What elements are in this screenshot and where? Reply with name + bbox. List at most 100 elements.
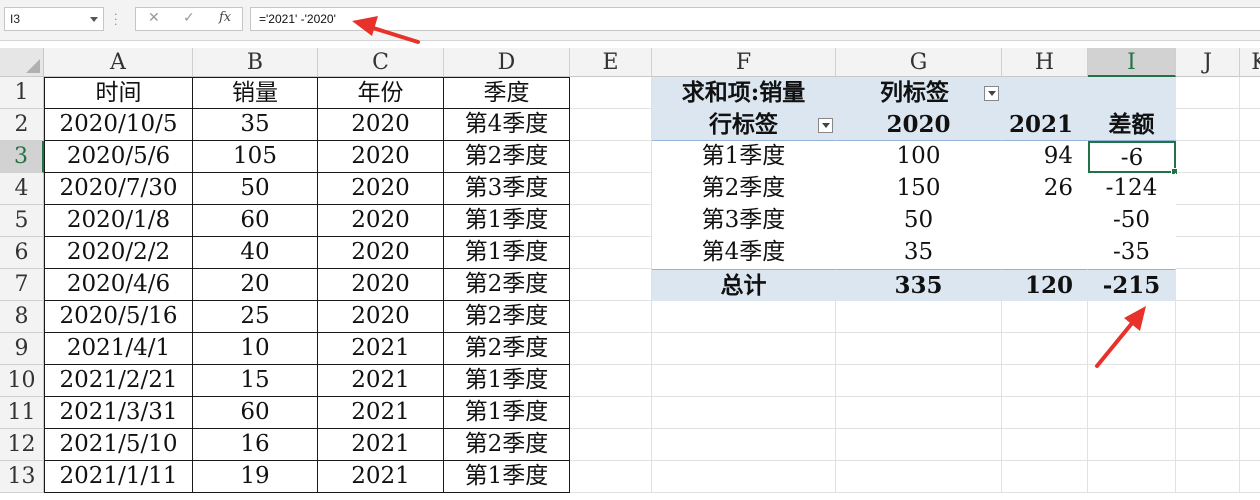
- table-cell[interactable]: 第2季度: [444, 333, 570, 365]
- cell-i9[interactable]: [1088, 333, 1176, 365]
- cell-e6[interactable]: [570, 237, 652, 269]
- table-cell[interactable]: 2020/10/5: [44, 109, 193, 141]
- pivot-value-cell[interactable]: 50: [836, 205, 1002, 237]
- cell-e7[interactable]: [570, 269, 652, 301]
- pivot-column-label[interactable]: 列标签: [836, 77, 1002, 109]
- cell-h10[interactable]: [1002, 365, 1088, 397]
- cell-f13[interactable]: [652, 461, 836, 493]
- table-cell[interactable]: 第1季度: [444, 461, 570, 493]
- table-cell[interactable]: 60: [193, 397, 318, 429]
- table-cell[interactable]: 2021/3/31: [44, 397, 193, 429]
- table-cell[interactable]: 2020: [318, 205, 444, 237]
- table-cell[interactable]: 35: [193, 109, 318, 141]
- table-cell[interactable]: 2021/4/1: [44, 333, 193, 365]
- cell-j6[interactable]: [1176, 237, 1240, 269]
- name-box[interactable]: I3: [4, 7, 104, 31]
- table-cell[interactable]: 2020/5/16: [44, 301, 193, 333]
- pivot-row-label-cell[interactable]: 第3季度: [652, 205, 836, 237]
- chevron-down-icon[interactable]: [90, 17, 98, 22]
- row-header-13[interactable]: 13: [0, 461, 44, 493]
- pivot-diff-cell[interactable]: -35: [1088, 237, 1176, 269]
- row-header-3[interactable]: 3: [0, 141, 44, 173]
- more-options-icon[interactable]: · · ·: [114, 9, 118, 30]
- column-header-f[interactable]: F: [652, 48, 836, 77]
- cell-h11[interactable]: [1002, 397, 1088, 429]
- table-cell[interactable]: 2020/1/8: [44, 205, 193, 237]
- table-cell[interactable]: 2020/4/6: [44, 269, 193, 301]
- table-cell[interactable]: 第2季度: [444, 301, 570, 333]
- pivot-row-label-cell[interactable]: 第2季度: [652, 173, 836, 205]
- cell-h12[interactable]: [1002, 429, 1088, 461]
- table-cell[interactable]: 2020: [318, 173, 444, 205]
- column-header-k[interactable]: K: [1240, 48, 1260, 77]
- pivot-value-cell[interactable]: [1002, 205, 1088, 237]
- row-header-12[interactable]: 12: [0, 429, 44, 461]
- cell-h9[interactable]: [1002, 333, 1088, 365]
- cell-j4[interactable]: [1176, 173, 1240, 205]
- table-cell[interactable]: 15: [193, 365, 318, 397]
- table-cell[interactable]: 19: [193, 461, 318, 493]
- column-header-a[interactable]: A: [44, 48, 193, 77]
- table-cell[interactable]: 16: [193, 429, 318, 461]
- table-cell[interactable]: 第1季度: [444, 237, 570, 269]
- pivot-header-blank[interactable]: [1002, 77, 1088, 109]
- cell-k1[interactable]: [1240, 77, 1260, 109]
- pivot-total-label[interactable]: 总计: [652, 269, 836, 301]
- pivot-total-diff[interactable]: -215: [1088, 269, 1176, 301]
- cell-k3[interactable]: [1240, 141, 1260, 173]
- cell-j10[interactable]: [1176, 365, 1240, 397]
- cell-e12[interactable]: [570, 429, 652, 461]
- pivot-total-2020[interactable]: 335: [836, 269, 1002, 301]
- cell-j11[interactable]: [1176, 397, 1240, 429]
- row-header-10[interactable]: 10: [0, 365, 44, 397]
- pivot-diff-cell[interactable]: -6: [1088, 141, 1178, 175]
- cell-i8[interactable]: [1088, 301, 1176, 333]
- table-cell[interactable]: 40: [193, 237, 318, 269]
- cell-k8[interactable]: [1240, 301, 1260, 333]
- cell-k10[interactable]: [1240, 365, 1260, 397]
- table-cell[interactable]: 20: [193, 269, 318, 301]
- column-header-j[interactable]: J: [1176, 48, 1240, 77]
- pivot-row-label[interactable]: 行标签: [652, 109, 836, 141]
- table-header-cell[interactable]: 年份: [318, 77, 444, 109]
- cell-f9[interactable]: [652, 333, 836, 365]
- cell-i12[interactable]: [1088, 429, 1176, 461]
- cell-g12[interactable]: [836, 429, 1002, 461]
- cell-j7[interactable]: [1176, 269, 1240, 301]
- row-header-8[interactable]: 8: [0, 301, 44, 333]
- cell-e1[interactable]: [570, 77, 652, 109]
- pivot-col-header-2020[interactable]: 2020: [836, 109, 1002, 141]
- table-header-cell[interactable]: 季度: [444, 77, 570, 109]
- cell-j3[interactable]: [1176, 141, 1240, 173]
- pivot-value-cell[interactable]: 150: [836, 173, 1002, 205]
- table-cell[interactable]: 2021/5/10: [44, 429, 193, 461]
- table-cell[interactable]: 2020/2/2: [44, 237, 193, 269]
- pivot-value-cell[interactable]: 94: [1002, 141, 1088, 173]
- formula-input[interactable]: ='2021' -'2020': [250, 7, 1260, 31]
- table-cell[interactable]: 2020: [318, 237, 444, 269]
- cell-e4[interactable]: [570, 173, 652, 205]
- cell-h13[interactable]: [1002, 461, 1088, 493]
- cell-k13[interactable]: [1240, 461, 1260, 493]
- cell-k12[interactable]: [1240, 429, 1260, 461]
- cell-e3[interactable]: [570, 141, 652, 173]
- cell-e11[interactable]: [570, 397, 652, 429]
- table-cell[interactable]: 105: [193, 141, 318, 173]
- table-cell[interactable]: 60: [193, 205, 318, 237]
- table-cell[interactable]: 第1季度: [444, 205, 570, 237]
- table-cell[interactable]: 2021: [318, 397, 444, 429]
- table-cell[interactable]: 2020: [318, 109, 444, 141]
- table-cell[interactable]: 2021: [318, 365, 444, 397]
- cancel-icon[interactable]: ✕: [148, 10, 160, 26]
- row-header-1[interactable]: 1: [0, 77, 44, 109]
- column-header-b[interactable]: B: [193, 48, 318, 77]
- cell-f11[interactable]: [652, 397, 836, 429]
- cell-e8[interactable]: [570, 301, 652, 333]
- table-cell[interactable]: 第4季度: [444, 109, 570, 141]
- row-header-6[interactable]: 6: [0, 237, 44, 269]
- column-header-c[interactable]: C: [318, 48, 444, 77]
- confirm-icon[interactable]: ✓: [183, 10, 195, 26]
- cell-k4[interactable]: [1240, 173, 1260, 205]
- column-header-i[interactable]: I: [1088, 48, 1176, 77]
- table-cell[interactable]: 第3季度: [444, 173, 570, 205]
